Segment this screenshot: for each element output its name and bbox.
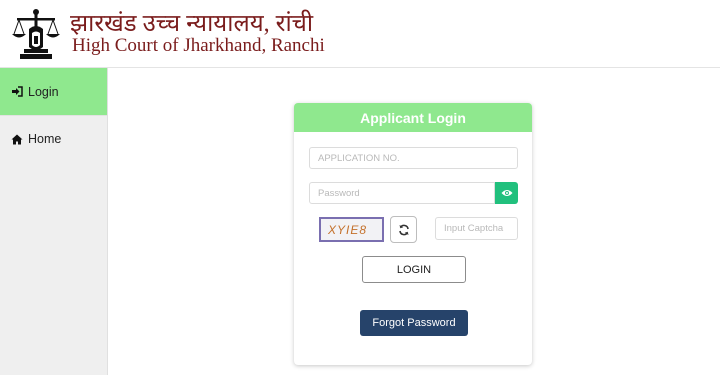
application-no-input[interactable]	[309, 147, 518, 169]
captcha-input[interactable]	[435, 217, 518, 240]
show-password-button[interactable]	[495, 182, 518, 204]
sidebar-item-login[interactable]: Login	[0, 68, 107, 115]
scales-of-justice-emblem-icon	[10, 7, 62, 61]
sidebar: Login Home	[0, 68, 108, 375]
site-header: झारखंड उच्च न्यायालय, रांची High Court o…	[0, 0, 720, 68]
applicant-login-card: Applicant Login XYIE8 LOGIN Forgot Passw…	[294, 103, 532, 365]
forgot-password-button[interactable]: Forgot Password	[360, 310, 468, 336]
sign-in-icon	[11, 86, 25, 98]
login-button[interactable]: LOGIN	[362, 256, 466, 283]
card-title: Applicant Login	[294, 103, 532, 132]
sidebar-item-label: Login	[28, 84, 59, 99]
captcha-image: XYIE8	[319, 217, 384, 242]
sidebar-item-label: Home	[28, 132, 62, 146]
refresh-captcha-button[interactable]	[390, 216, 417, 243]
site-title-english: High Court of Jharkhand, Ranchi	[72, 35, 325, 56]
refresh-icon	[398, 224, 410, 236]
eye-icon	[501, 189, 513, 197]
home-icon	[11, 133, 25, 145]
sidebar-item-home[interactable]: Home	[0, 115, 107, 162]
password-input[interactable]	[309, 182, 495, 204]
